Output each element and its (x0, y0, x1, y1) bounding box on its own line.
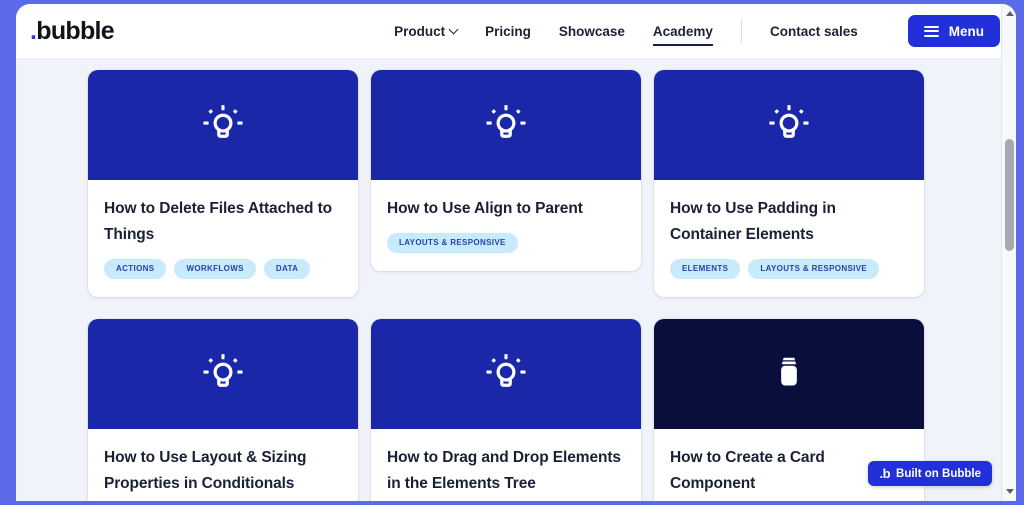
built-on-bubble-badge[interactable]: .b Built on Bubble (868, 461, 992, 486)
menu-button-label: Menu (948, 23, 984, 39)
lightbulb-icon (203, 354, 243, 387)
nav-item-academy[interactable]: Academy (652, 23, 714, 46)
lesson-card[interactable]: How to Use Layout & Sizing Properties in… (88, 319, 358, 501)
lightbulb-icon (486, 105, 526, 138)
card-tag[interactable]: DATA (263, 259, 311, 280)
lesson-card-grid: How to Delete Files Attached to Things A… (16, 58, 1016, 501)
nav-item-pricing[interactable]: Pricing (485, 24, 531, 39)
nav-item-pricing-label: Pricing (485, 23, 531, 39)
top-navigation-bar: .bubble Product Pricing Showcase Academy… (16, 4, 1016, 58)
card-title: How to Delete Files Attached to Things (104, 200, 332, 244)
lightbulb-icon (203, 105, 243, 138)
nav-item-product-label: Product (394, 23, 446, 39)
card-thumbnail (371, 70, 641, 180)
card-body: How to Use Layout & Sizing Properties in… (88, 429, 358, 501)
nav-item-academy-label: Academy (652, 23, 713, 39)
card-title: How to Use Align to Parent (387, 200, 583, 217)
bubble-mark-icon: .b (879, 466, 891, 481)
card-body: How to Use Padding in Container Elements… (654, 180, 924, 297)
card-body: How to Delete Files Attached to Things A… (88, 180, 358, 297)
contact-sales-label: Contact sales (769, 23, 858, 39)
bubble-logo[interactable]: .bubble (30, 16, 115, 45)
navigation-links: Product Pricing Showcase Academy Contact… (394, 4, 1016, 58)
card-body: How to Drag and Drop Elements in the Ele… (371, 429, 641, 501)
card-tag[interactable]: WORKFLOWS (174, 259, 256, 280)
lesson-card[interactable]: How to Use Align to Parent LAYOUTS & RES… (371, 70, 641, 272)
card-title: How to Drag and Drop Elements in the Ele… (387, 449, 621, 493)
nav-divider (740, 19, 742, 43)
vertical-scrollbar[interactable] (1001, 4, 1016, 501)
card-body: How to Use Align to Parent LAYOUTS & RES… (371, 180, 641, 271)
lesson-card[interactable]: How to Use Padding in Container Elements… (654, 70, 924, 298)
card-tag-list: ACTIONS WORKFLOWS DATA (104, 259, 342, 280)
card-tag-list: LAYOUTS & RESPONSIVE (387, 233, 625, 254)
card-thumbnail (88, 319, 358, 430)
built-on-bubble-label: Built on Bubble (896, 467, 981, 480)
card-tag[interactable]: LAYOUTS & RESPONSIVE (387, 233, 518, 254)
card-tag[interactable]: ACTIONS (104, 259, 167, 280)
nav-item-showcase[interactable]: Showcase (559, 24, 625, 39)
lightbulb-icon (769, 105, 809, 138)
card-title: How to Use Layout & Sizing Properties in… (104, 449, 307, 493)
card-tag[interactable]: ELEMENTS (670, 259, 741, 280)
lightbulb-icon (486, 354, 526, 387)
scroll-down-arrow-icon[interactable] (1002, 484, 1016, 499)
hamburger-menu-icon (923, 25, 939, 37)
logo-text: bubble (36, 16, 114, 45)
scrollbar-thumb[interactable] (1005, 139, 1014, 251)
jar-icon (781, 357, 797, 386)
scroll-up-arrow-icon[interactable] (1002, 6, 1016, 21)
menu-button[interactable]: Menu (907, 15, 1000, 47)
contact-sales-link[interactable]: Contact sales (770, 24, 858, 39)
chevron-down-icon (448, 24, 459, 34)
card-tag-list: ELEMENTS LAYOUTS & RESPONSIVE (670, 259, 908, 280)
nav-item-product[interactable]: Product (394, 23, 459, 39)
card-thumbnail (88, 70, 358, 180)
lesson-card[interactable]: How to Delete Files Attached to Things A… (88, 70, 358, 298)
card-thumbnail (371, 319, 641, 430)
nav-item-showcase-label: Showcase (558, 23, 625, 39)
card-title: How to Use Padding in Container Elements (670, 200, 836, 244)
lesson-card[interactable]: How to Drag and Drop Elements in the Ele… (371, 319, 641, 501)
browser-frame: .bubble Product Pricing Showcase Academy… (16, 4, 1016, 501)
card-thumbnail (654, 70, 924, 180)
card-tag[interactable]: LAYOUTS & RESPONSIVE (748, 259, 880, 280)
card-thumbnail (654, 319, 924, 430)
